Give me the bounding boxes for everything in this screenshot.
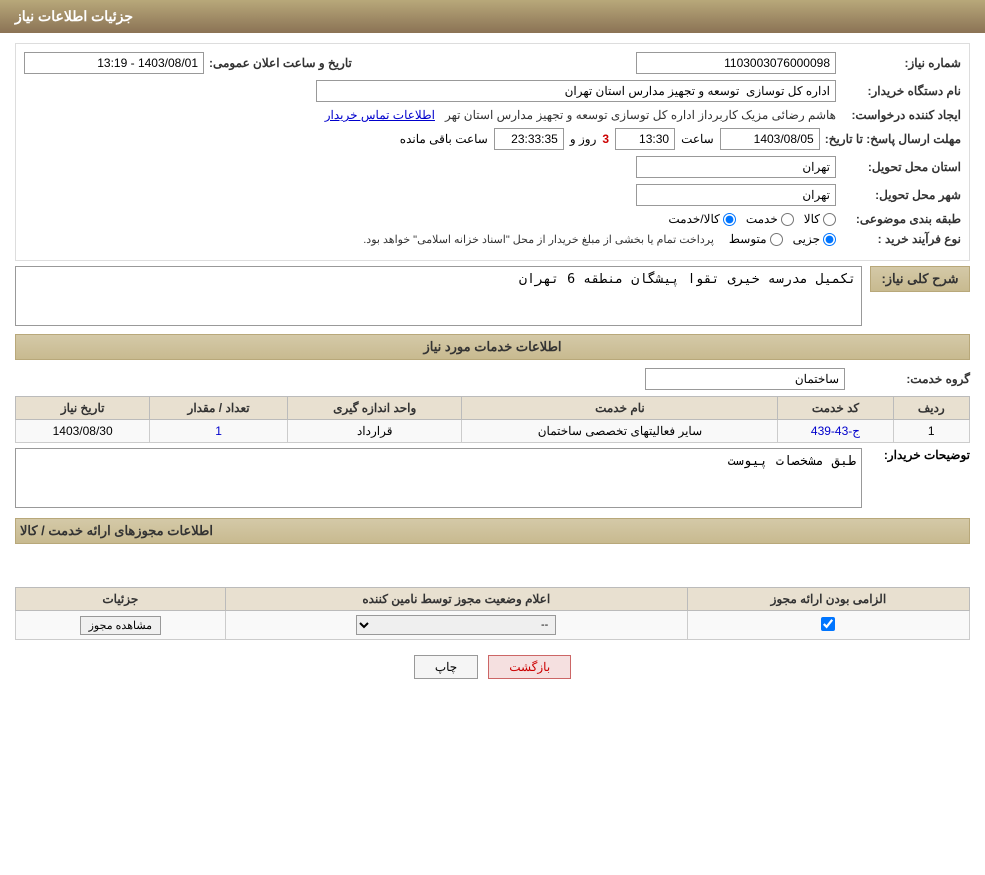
radio-partial[interactable] xyxy=(823,233,836,246)
radio-goods-label: کالا xyxy=(804,212,820,226)
col-name: نام خدمت xyxy=(462,397,778,420)
response-deadline-row: مهلت ارسال پاسخ: تا تاریخ: 1403/08/05 سا… xyxy=(24,128,961,150)
category-radio-group: کالا خدمت کالا/خدمت xyxy=(668,212,836,226)
page-wrapper: جزئیات اطلاعات نیاز شماره نیاز: 11030030… xyxy=(0,0,985,875)
radio-service-label: خدمت xyxy=(746,212,778,226)
radio-item-both: کالا/خدمت xyxy=(668,212,735,226)
buyer-description-label: توضیحات خریدار: xyxy=(884,448,970,462)
requester-label: ایجاد کننده درخواست: xyxy=(841,108,961,122)
page-header: جزئیات اطلاعات نیاز xyxy=(0,0,985,33)
licenses-title: اطلاعات مجوزهای ارائه خدمت / کالا xyxy=(15,518,970,544)
response-deadline-label: مهلت ارسال پاسخ: تا تاریخ: xyxy=(825,132,961,146)
cell-date: 1403/08/30 xyxy=(16,420,150,443)
radio-item-partial: جزیی xyxy=(793,232,836,246)
need-description-section: شرح کلی نیاز: تکمیل مدرسه خیری تقوا پیشگ… xyxy=(15,266,970,326)
col-status: اعلام وضعیت مجوز توسط نامین کننده xyxy=(225,588,687,611)
buyer-description-textarea[interactable]: طبق مشخصات پیوست xyxy=(15,448,862,508)
cell-name: سایر فعالیتهای تخصصی ساختمان xyxy=(462,420,778,443)
services-section-title: اطلاعات خدمات مورد نیاز xyxy=(15,334,970,360)
requester-row: ایجاد کننده درخواست: هاشم رضائی مزیک کار… xyxy=(24,108,961,122)
service-group-row: گروه خدمت: ساختمان xyxy=(15,368,970,390)
col-unit: واحد اندازه گیری xyxy=(287,397,462,420)
category-label: طبقه بندی موضوعی: xyxy=(841,212,961,226)
service-group-input[interactable]: ساختمان xyxy=(645,368,845,390)
content-area: شماره نیاز: 1103003076000098 تاریخ و ساع… xyxy=(0,33,985,704)
status-select[interactable]: -- xyxy=(356,615,556,635)
col-code: کد خدمت xyxy=(778,397,893,420)
contact-link[interactable]: اطلاعات تماس خریدار xyxy=(325,108,435,122)
col-required: الزامی بودن ارائه مجوز xyxy=(687,588,969,611)
cell-code: ج-43-439 xyxy=(778,420,893,443)
radio-medium[interactable] xyxy=(770,233,783,246)
license-row: -- مشاهده مجوز xyxy=(16,611,970,640)
cell-status: -- xyxy=(225,611,687,640)
table-row: 1 ج-43-439 سایر فعالیتهای تخصصی ساختمان … xyxy=(16,420,970,443)
required-checkbox[interactable] xyxy=(821,617,835,631)
spacer xyxy=(15,552,970,582)
buyer-org-row: نام دستگاه خریدار: اداره کل توسازی توسعه… xyxy=(24,80,961,102)
city-label: شهر محل تحویل: xyxy=(841,188,961,202)
print-button[interactable]: چاپ xyxy=(414,655,478,679)
radio-both[interactable] xyxy=(723,213,736,226)
licenses-section: اطلاعات مجوزهای ارائه خدمت / کالا الزامی… xyxy=(15,518,970,640)
province-input[interactable]: تهران xyxy=(636,156,836,178)
days-remaining-value: 3 xyxy=(602,132,609,146)
purchase-type-row: نوع فرآیند خرید : جزیی متوسط پرداخت تمام… xyxy=(24,232,961,246)
page-title: جزئیات اطلاعات نیاز xyxy=(15,8,133,24)
main-info-section: شماره نیاز: 1103003076000098 تاریخ و ساع… xyxy=(15,43,970,261)
announce-datetime-input[interactable]: 1403/08/01 - 13:19 xyxy=(24,52,204,74)
radio-item-medium: متوسط xyxy=(729,232,783,246)
requester-value: هاشم رضائی مزیک کاربرداز اداره کل توسازی… xyxy=(445,108,836,122)
cell-details: مشاهده مجوز xyxy=(16,611,226,640)
date-time-container: 1403/08/05 ساعت 13:30 3 روز و 23:33:35 س… xyxy=(400,128,820,150)
radio-item-goods: کالا xyxy=(804,212,836,226)
need-number-row: شماره نیاز: 1103003076000098 تاریخ و ساع… xyxy=(24,52,961,74)
hours-remaining-label: ساعت باقی مانده xyxy=(400,132,488,146)
response-date-input[interactable]: 1403/08/05 xyxy=(720,128,820,150)
cell-row-num: 1 xyxy=(893,420,969,443)
view-license-button[interactable]: مشاهده مجوز xyxy=(80,616,161,635)
buyer-org-label: نام دستگاه خریدار: xyxy=(841,84,961,98)
col-date: تاریخ نیاز xyxy=(16,397,150,420)
radio-service[interactable] xyxy=(781,213,794,226)
radio-goods[interactable] xyxy=(823,213,836,226)
service-group-label: گروه خدمت: xyxy=(850,372,970,386)
radio-partial-label: جزیی xyxy=(793,232,820,246)
response-time-input[interactable]: 13:30 xyxy=(615,128,675,150)
province-label: استان محل تحویل: xyxy=(841,160,961,174)
buyer-description-label-container: توضیحات خریدار: xyxy=(870,448,970,462)
cell-required xyxy=(687,611,969,640)
services-table: ردیف کد خدمت نام خدمت واحد اندازه گیری ت… xyxy=(15,396,970,443)
response-time-label: ساعت xyxy=(681,132,714,146)
need-description-textarea[interactable]: تکمیل مدرسه خیری تقوا پیشگان منطقه 6 تهر… xyxy=(15,266,862,326)
hours-remaining-input[interactable]: 23:33:35 xyxy=(494,128,564,150)
category-row: طبقه بندی موضوعی: کالا خدمت کالا/خدمت xyxy=(24,212,961,226)
days-remaining-label: روز و xyxy=(570,132,597,146)
need-number-label: شماره نیاز: xyxy=(841,56,961,70)
radio-item-service: خدمت xyxy=(746,212,794,226)
province-row: استان محل تحویل: تهران xyxy=(24,156,961,178)
col-details: جزئیات xyxy=(16,588,226,611)
bottom-buttons: بازگشت چاپ xyxy=(15,655,970,679)
need-description-title: شرح کلی نیاز: xyxy=(870,266,970,292)
radio-medium-label: متوسط xyxy=(729,232,767,246)
col-row-num: ردیف xyxy=(893,397,969,420)
buyer-org-input[interactable]: اداره کل توسازی توسعه و تجهیز مدارس استا… xyxy=(316,80,836,102)
city-row: شهر محل تحویل: تهران xyxy=(24,184,961,206)
purchase-type-group: جزیی متوسط xyxy=(729,232,836,246)
col-qty: تعداد / مقدار xyxy=(150,397,288,420)
buyer-description-section: توضیحات خریدار: طبق مشخصات پیوست xyxy=(15,448,970,508)
radio-both-label: کالا/خدمت xyxy=(668,212,719,226)
cell-qty: 1 xyxy=(150,420,288,443)
cell-unit: قرارداد xyxy=(287,420,462,443)
need-number-input[interactable]: 1103003076000098 xyxy=(636,52,836,74)
purchase-type-note: پرداخت تمام یا بخشی از مبلغ خریدار از مح… xyxy=(363,233,714,246)
announce-datetime-label: تاریخ و ساعت اعلان عمومی: xyxy=(209,56,352,70)
purchase-type-label: نوع فرآیند خرید : xyxy=(841,232,961,246)
city-input[interactable]: تهران xyxy=(636,184,836,206)
back-button[interactable]: بازگشت xyxy=(488,655,571,679)
licenses-table: الزامی بودن ارائه مجوز اعلام وضعیت مجوز … xyxy=(15,587,970,640)
